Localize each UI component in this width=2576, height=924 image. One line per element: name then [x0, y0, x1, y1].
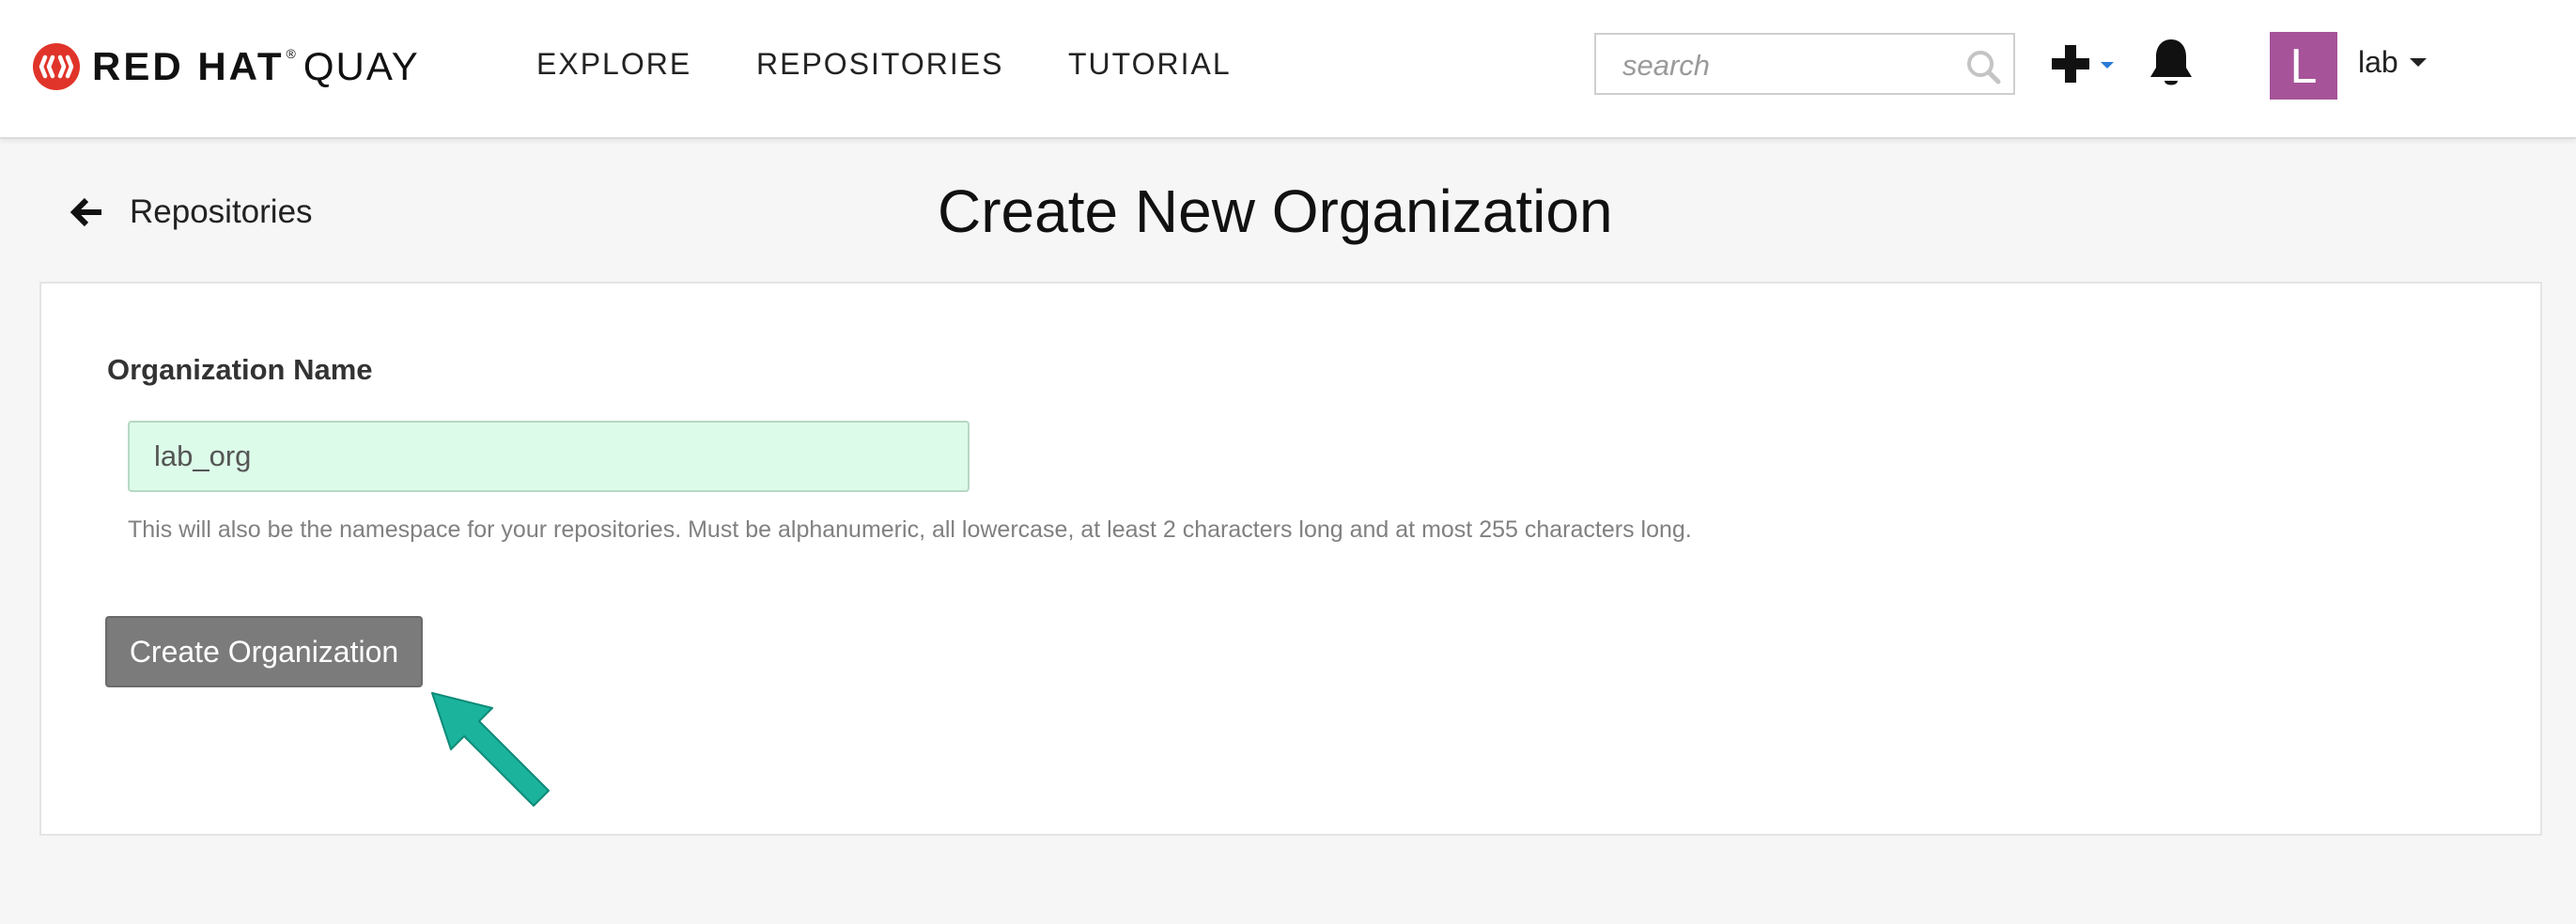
- plus-icon: [2052, 45, 2114, 83]
- page-title: Create New Organization: [938, 177, 1613, 245]
- chevron-down-icon: [2101, 62, 2114, 69]
- back-to-repositories-link[interactable]: Repositories: [70, 193, 313, 231]
- brand-registered-mark: ®: [286, 46, 296, 61]
- nav-link-repositories[interactable]: REPOSITORIES: [756, 47, 1003, 82]
- notifications-button[interactable]: [2146, 36, 2196, 90]
- create-organization-panel: Organization Name This will also be the …: [39, 282, 2542, 836]
- brand-product-text: QUAY: [303, 44, 420, 88]
- search-box: [1594, 33, 2015, 95]
- annotation-arrow-icon: [431, 692, 550, 807]
- search-icon[interactable]: [1964, 48, 2002, 85]
- arrow-left-icon: [70, 197, 101, 227]
- top-navbar: RED HAT ® QUAY EXPLORE REPOSITORIES TUTO…: [0, 0, 2576, 139]
- red-hat-logo-icon: [33, 43, 80, 90]
- back-link-label: Repositories: [130, 193, 313, 230]
- avatar[interactable]: L: [2270, 32, 2337, 100]
- nav-link-explore[interactable]: EXPLORE: [536, 47, 691, 82]
- username-label: lab: [2358, 45, 2398, 79]
- organization-name-help-text: This will also be the namespace for your…: [128, 516, 1692, 543]
- caret-down-icon: [2409, 58, 2427, 68]
- brand-logo[interactable]: RED HAT ® QUAY: [32, 43, 420, 90]
- create-organization-button[interactable]: Create Organization: [105, 616, 423, 687]
- create-new-menu[interactable]: [2048, 39, 2123, 88]
- search-input[interactable]: [1621, 48, 1944, 84]
- organization-name-label: Organization Name: [107, 353, 373, 386]
- bell-icon: [2150, 39, 2192, 85]
- brand-red-hat-text: RED HAT: [92, 44, 285, 88]
- organization-name-input[interactable]: [128, 421, 970, 492]
- nav-link-tutorial[interactable]: TUTORIAL: [1068, 47, 1232, 82]
- user-menu[interactable]: lab: [2358, 45, 2427, 80]
